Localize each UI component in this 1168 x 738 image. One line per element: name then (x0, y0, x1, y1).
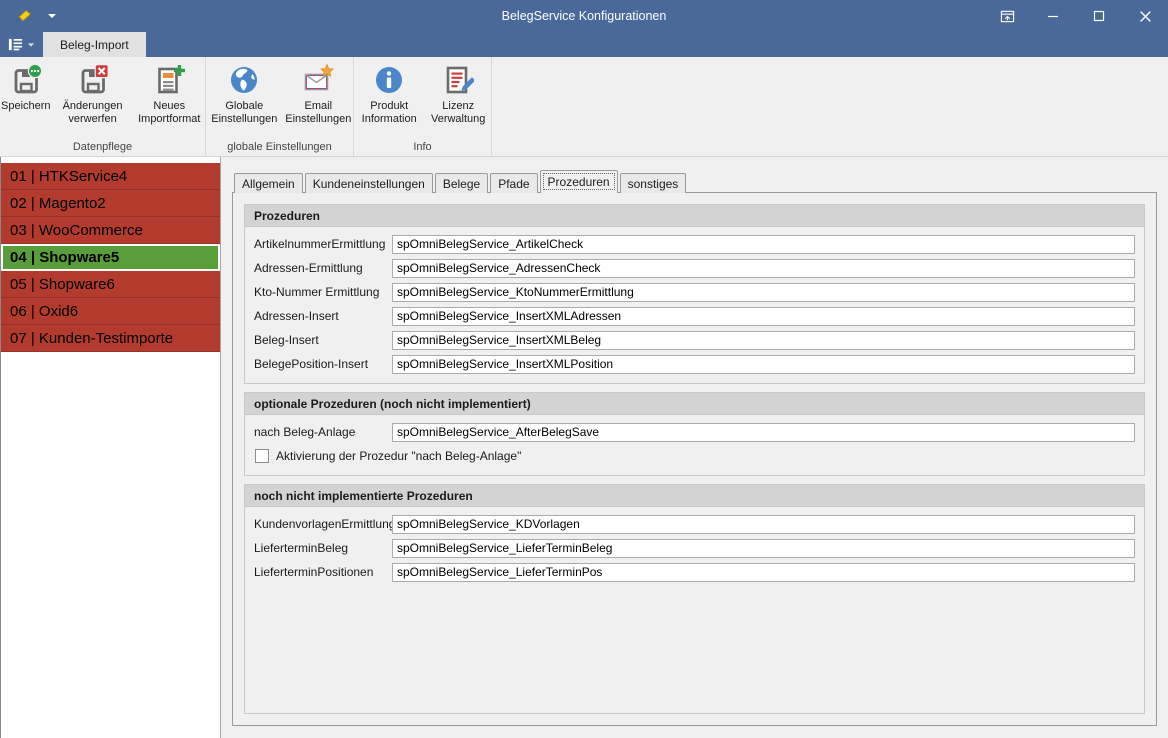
application-menu-button[interactable] (3, 32, 39, 57)
tab-prozeduren-active[interactable]: Prozeduren (539, 170, 618, 193)
global-settings-button[interactable]: Globale Einstellungen (206, 62, 283, 128)
quick-access-dropdown-icon[interactable] (48, 14, 56, 18)
tab-allgemein[interactable]: Allgemein (234, 173, 303, 193)
sidebar-item-magento2[interactable]: 02 | Magento2 (1, 190, 220, 217)
sidebar-item-kunden-testimporte[interactable]: 07 | Kunden-Testimporte (1, 325, 220, 352)
sidebar-item-woocommerce[interactable]: 03 | WooCommerce (1, 217, 220, 244)
groupbox-optionale-prozeduren: optionale Prozeduren (noch nicht impleme… (244, 392, 1145, 476)
field-input-kundenvorlagenermittlung[interactable] (392, 514, 1135, 534)
ribbon-toolbar: Speichern Änderungen verwerfen Neues Imp… (0, 57, 1168, 157)
field-label-artikelnummerermittlung: ArtikelnummerErmittlung (254, 237, 386, 251)
discard-changes-icon (81, 64, 109, 94)
ribbon-tab-row: Beleg-Import (0, 32, 1168, 57)
new-import-format-icon (158, 65, 186, 94)
field-label-beleg-insert: Beleg-Insert (254, 333, 319, 347)
field-input-kto-nummer-ermittlung[interactable] (392, 282, 1135, 302)
main-panel: Allgemein Kundeneinstellungen Belege Pfa… (221, 157, 1168, 738)
field-input-nach-beleg-anlage[interactable] (392, 422, 1135, 442)
field-label-adressen-insert: Adressen-Insert (254, 309, 339, 323)
settings-tabstrip: Allgemein Kundeneinstellungen Belege Pfa… (234, 170, 688, 193)
field-label-lieferterminpositionen: LieferterminPositionen (254, 565, 374, 579)
tabpage-prozeduren: Prozeduren ArtikelnummerErmittlung Adres… (232, 192, 1157, 726)
minimize-button[interactable] (1030, 0, 1076, 32)
tab-kundeneinstellungen[interactable]: Kundeneinstellungen (304, 173, 433, 193)
app-window: { "window": { "title": "BelegService Kon… (0, 0, 1168, 738)
field-input-lieferterminpositionen[interactable] (392, 562, 1135, 582)
ribbon-display-options-button[interactable] (984, 0, 1030, 32)
field-label-kto-nummer-ermittlung: Kto-Nummer Ermittlung (254, 285, 380, 299)
save-icon (14, 64, 42, 94)
tab-sonstiges[interactable]: sonstiges (619, 173, 687, 193)
window-controls (984, 0, 1168, 32)
product-information-button[interactable]: Produkt Information (354, 62, 424, 128)
sidebar-item-shopware5-selected[interactable]: 04 | Shopware5 (1, 244, 220, 271)
groupbox-prozeduren: Prozeduren ArtikelnummerErmittlung Adres… (244, 204, 1145, 384)
field-input-beleg-insert[interactable] (392, 330, 1135, 350)
titlebar: BelegService Konfigurationen (0, 0, 1168, 32)
maximize-button[interactable] (1076, 0, 1122, 32)
field-input-belegeposition-insert[interactable] (392, 354, 1135, 374)
email-settings-button[interactable]: Email Einstellungen (284, 62, 353, 128)
field-label-kundenvorlagenermittlung: KundenvorlagenErmittlung (254, 517, 396, 531)
ribbon-group-label-datenpflege: Datenpflege (72, 141, 133, 153)
global-settings-icon (231, 67, 258, 93)
ribbon-group-datenpflege: Speichern Änderungen verwerfen Neues Imp… (0, 57, 205, 156)
field-label-nach-beleg-anlage: nach Beleg-Anlage (254, 425, 356, 439)
import-format-list: 01 | HTKService4 02 | Magento2 03 | WooC… (0, 157, 221, 738)
checkbox-aktivierung-nach-beleg-anlage[interactable] (255, 449, 269, 463)
field-input-artikelnummerermittlung[interactable] (392, 234, 1135, 254)
checkbox-label-aktivierung-nach-beleg-anlage: Aktivierung der Prozedur "nach Beleg-Anl… (276, 449, 522, 463)
ribbon-tab-beleg-import[interactable]: Beleg-Import (43, 32, 146, 57)
groupbox-optionale-prozeduren-header: optionale Prozeduren (noch nicht impleme… (245, 393, 1144, 415)
close-button[interactable] (1122, 0, 1168, 32)
quick-access-toolbar (0, 8, 56, 24)
field-input-lieferterminbeleg[interactable] (392, 538, 1135, 558)
ribbon-group-label-info: Info (413, 141, 432, 153)
license-management-icon (446, 66, 475, 94)
global-settings-button-label: Globale Einstellungen (211, 100, 278, 125)
groupbox-nicht-implementierte-prozeduren: noch nicht implementierte Prozeduren Kun… (244, 484, 1145, 714)
save-button[interactable]: Speichern (0, 62, 52, 115)
app-menu-dropdown-icon (27, 42, 35, 47)
ribbon-group-info: Produkt Information Lizenz Verwaltung In… (353, 57, 492, 156)
app-logo-icon[interactable] (14, 8, 32, 24)
license-management-button[interactable]: Lizenz Verwaltung (425, 62, 491, 128)
product-information-button-label: Produkt Information (361, 100, 417, 125)
groupbox-prozeduren-header: Prozeduren (245, 205, 1144, 227)
discard-changes-button-label: Änderungen verwerfen (62, 100, 123, 125)
groupbox-nicht-implementierte-prozeduren-header: noch nicht implementierte Prozeduren (245, 485, 1144, 507)
tab-belege[interactable]: Belege (434, 173, 489, 193)
ribbon-group-label-globale-einstellungen: globale Einstellungen (227, 141, 332, 153)
save-button-label: Speichern (1, 100, 51, 112)
email-settings-icon (304, 64, 335, 91)
sidebar-item-htkservice4[interactable]: 01 | HTKService4 (1, 163, 220, 190)
field-label-belegeposition-insert: BelegePosition-Insert (254, 357, 369, 371)
license-management-button-label: Lizenz Verwaltung (430, 100, 486, 125)
ribbon-group-globale-einstellungen: Globale Einstellungen Email Einstellunge… (205, 57, 353, 156)
sidebar-item-shopware6[interactable]: 05 | Shopware6 (1, 271, 220, 298)
email-settings-button-label: Email Einstellungen (285, 100, 352, 125)
discard-changes-button[interactable]: Änderungen verwerfen (53, 62, 133, 128)
tab-pfade[interactable]: Pfade (490, 173, 538, 193)
product-information-icon (376, 67, 403, 93)
new-import-format-button[interactable]: Neues Importformat (134, 62, 205, 128)
field-label-lieferterminbeleg: LieferterminBeleg (254, 541, 349, 555)
field-input-adressen-insert[interactable] (392, 306, 1135, 326)
field-label-adressen-ermittlung: Adressen-Ermittlung (254, 261, 363, 275)
new-import-format-button-label: Neues Importformat (138, 100, 201, 125)
field-input-adressen-ermittlung[interactable] (392, 258, 1135, 278)
sidebar-item-oxid6[interactable]: 06 | Oxid6 (1, 298, 220, 325)
list-menu-icon (8, 38, 23, 51)
